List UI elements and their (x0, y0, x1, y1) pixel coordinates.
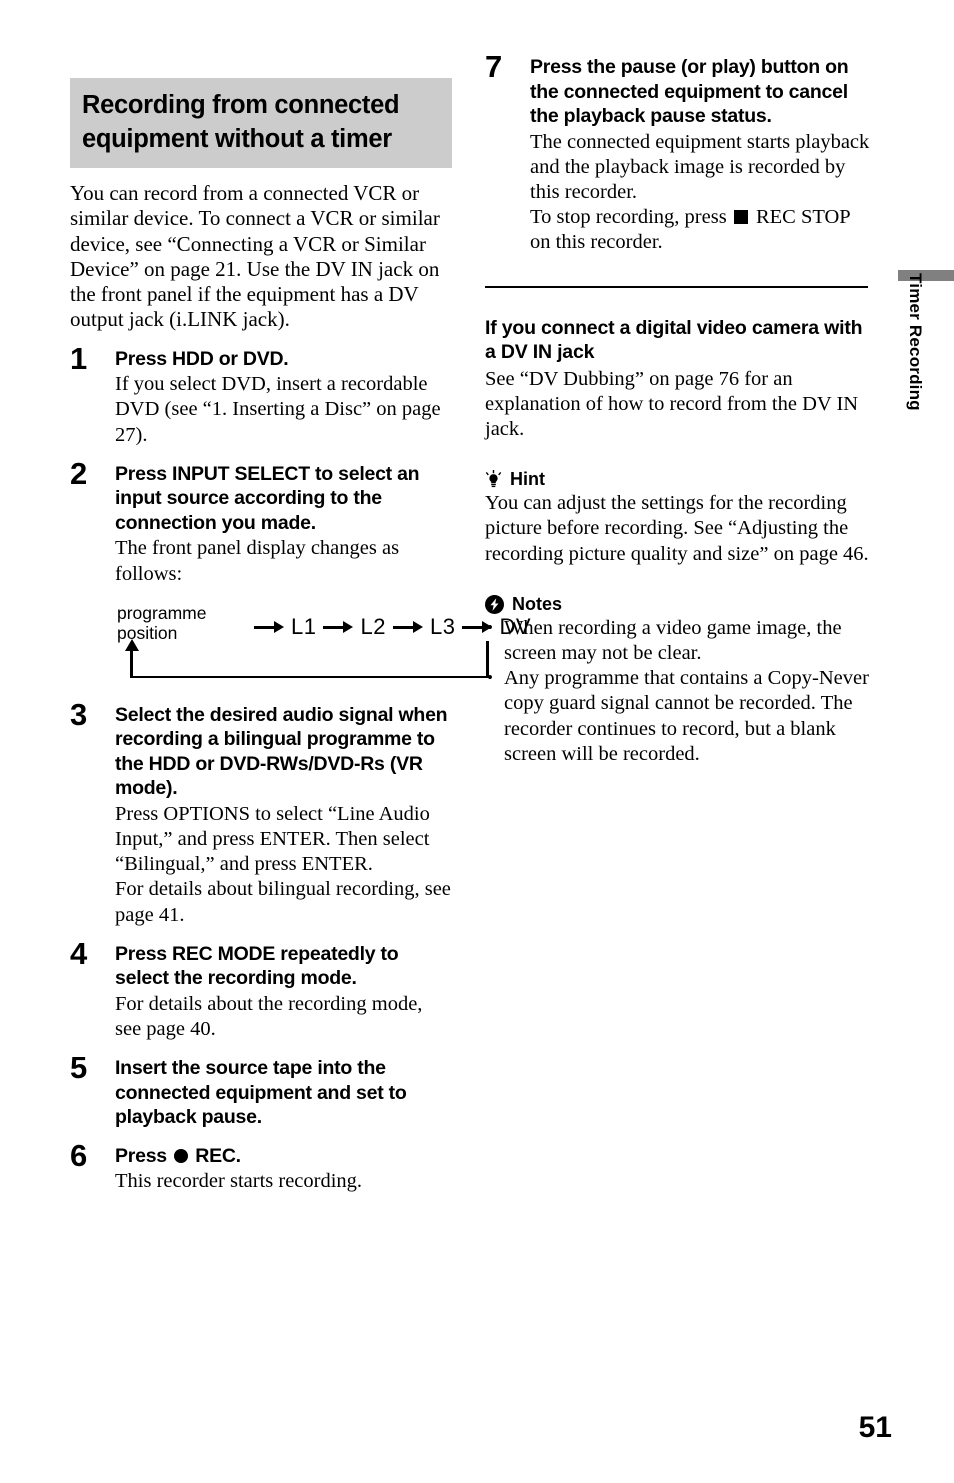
lightbulb-icon (485, 470, 502, 489)
notes-heading: Notes (485, 594, 870, 615)
dv-section-heading: If you connect a digital video camera wi… (485, 316, 863, 364)
hint-label: Hint (510, 469, 545, 490)
input-select-cycle-diagram: programme position L1 L2 L3 DV (117, 603, 531, 689)
step-2: 2 Press INPUT SELECT to select an input … (70, 456, 531, 689)
step-2-body-line: The front panel display changes as follo… (115, 537, 400, 585)
hint-heading: Hint (485, 469, 870, 490)
step-2-body: The front panel display changes as follo… (115, 536, 452, 586)
arrow-right-icon (392, 621, 423, 634)
step-1-title: Press HDD or DVD. (115, 347, 289, 370)
arrow-right-icon (254, 621, 284, 634)
step-1-body-line: If you select DVD, insert a recordable D… (115, 373, 441, 446)
note-item: When recording a video game image, the s… (485, 615, 870, 666)
step-1-body: If you select DVD, insert a recordable D… (115, 372, 452, 448)
step-7-body-line-1: The connected equipment starts playback … (530, 130, 870, 203)
notes-label: Notes (512, 593, 563, 614)
step-7-title: Press the pause (or play) button on the … (530, 56, 849, 127)
step-3-body: Press OPTIONS to select “Line Audio Inpu… (115, 802, 452, 928)
notes-list: When recording a video game image, the s… (485, 615, 870, 767)
step-5-number: 5 (70, 1050, 88, 1086)
right-column: 7 Press the pause (or play) button on th… (485, 50, 870, 767)
intro-paragraph: You can record from a connected VCR or s… (70, 181, 440, 332)
diagram-loop-left-segment (130, 648, 133, 678)
step-2-number: 2 (70, 455, 88, 491)
side-tab-label: Timer Recording (906, 273, 925, 411)
step-4-number: 4 (70, 935, 88, 971)
step-6-body-line: This recorder starts recording. (115, 1170, 363, 1193)
step-4-body-line: For details about the recording mode, se… (115, 992, 423, 1041)
step-1-number: 1 (70, 340, 88, 376)
step-6-title-prefix: Press (115, 1144, 173, 1167)
warning-bolt-icon (485, 594, 504, 614)
step-4-title: Press REC MODE repeatedly to select the … (115, 942, 399, 990)
step-2-title: Press INPUT SELECT to select an input so… (115, 462, 420, 534)
step-3: 3 Select the desired audio signal when r… (70, 697, 452, 928)
arrow-up-icon (124, 638, 139, 651)
step-4: 4 Press REC MODE repeatedly to select th… (70, 936, 452, 1042)
dv-section-body: See “DV Dubbing” on page 76 for an expla… (485, 367, 859, 440)
left-column: Recording from connected equipment witho… (70, 78, 531, 1195)
record-circle-icon (174, 1148, 189, 1163)
diagram-node-l1: L1 (291, 613, 317, 639)
diagram-programme-position-label: programme position (117, 603, 206, 643)
diagram-label-line-1: programme (117, 602, 207, 623)
section-divider (485, 285, 868, 288)
diagram-node-l2: L2 (360, 613, 386, 639)
step-6: 6 Press REC. This recorder starts record… (70, 1138, 452, 1195)
step-6-body: This recorder starts recording. (115, 1169, 452, 1194)
diagram-loop-bottom-segment (130, 675, 488, 679)
step-3-number: 3 (70, 696, 88, 732)
arrow-right-icon (323, 621, 354, 634)
step-4-body: For details about the recording mode, se… (115, 992, 452, 1042)
step-7-body-line-2: To stop recording, press REC STOP on thi… (530, 205, 870, 255)
step-5-title: Insert the source tape into the connecte… (115, 1057, 407, 1129)
hint-body: You can adjust the settings for the reco… (485, 492, 869, 565)
step-1: 1 Press HDD or DVD. If you select DVD, i… (70, 341, 452, 448)
manual-page: Recording from connected equipment witho… (0, 0, 954, 1483)
step-5: 5 Insert the source tape into the connec… (70, 1051, 452, 1130)
page-number: 51 (858, 1411, 892, 1444)
diagram-node-l3: L3 (429, 613, 456, 639)
step-7: 7 Press the pause (or play) button on th… (485, 50, 870, 256)
note-item: Any programme that contains a Copy-Never… (485, 665, 870, 767)
step-7-stop-prefix: To stop recording, press (530, 206, 732, 229)
step-6-title: Press REC. (115, 1144, 452, 1169)
stop-square-icon (733, 210, 748, 225)
step-7-body: The connected equipment starts playback … (530, 130, 870, 256)
step-3-title: Select the desired audio signal when rec… (115, 703, 448, 800)
step-3-body-line-2: For details about bilingual recording, s… (115, 878, 451, 926)
step-3-body-line-1: Press OPTIONS to select “Line Audio Inpu… (115, 802, 430, 876)
step-7-number: 7 (485, 49, 503, 84)
step-6-title-suffix: REC. (190, 1144, 241, 1167)
section-heading: Recording from connected equipment witho… (70, 78, 452, 168)
step-6-number: 6 (70, 1137, 88, 1173)
